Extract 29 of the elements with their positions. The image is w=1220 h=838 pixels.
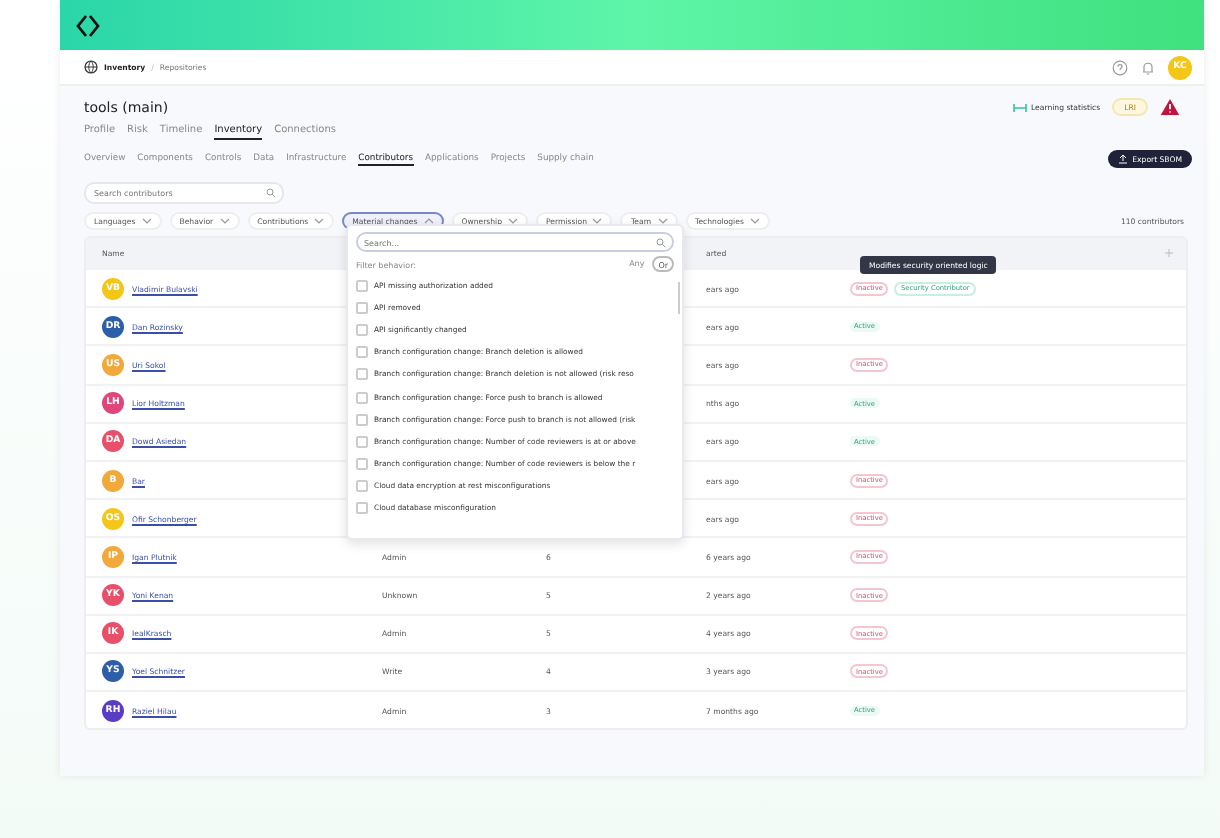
search-icon [656, 238, 666, 248]
chevron-down-icon [314, 218, 325, 224]
upload-icon [1118, 154, 1129, 164]
chevron-down-icon [508, 218, 518, 224]
checkbox[interactable] [356, 458, 368, 471]
diamond-logo-icon [76, 13, 100, 37]
chevron-down-icon [592, 218, 603, 224]
globe-icon [84, 60, 98, 74]
plus-icon [1164, 248, 1174, 258]
scrollbar [678, 282, 680, 314]
checkbox[interactable] [356, 279, 368, 292]
checkbox[interactable] [356, 368, 368, 381]
chevron-up-icon [423, 218, 434, 224]
help-icon [1112, 59, 1128, 75]
search-icon [266, 188, 276, 198]
checkbox[interactable] [356, 346, 368, 359]
chevron-down-icon [749, 218, 760, 224]
checkbox[interactable] [356, 435, 368, 448]
chevron-down-icon [657, 218, 668, 224]
chevron-down-icon [141, 218, 152, 224]
checkbox[interactable] [356, 301, 368, 314]
warning-icon [1160, 98, 1180, 116]
checkbox[interactable] [356, 413, 368, 426]
bell-icon [1140, 59, 1156, 75]
chevron-down-icon [219, 218, 230, 224]
checkbox[interactable] [356, 480, 368, 493]
checkbox[interactable] [356, 391, 368, 404]
checkbox[interactable] [356, 502, 368, 515]
checkbox[interactable] [356, 323, 368, 336]
